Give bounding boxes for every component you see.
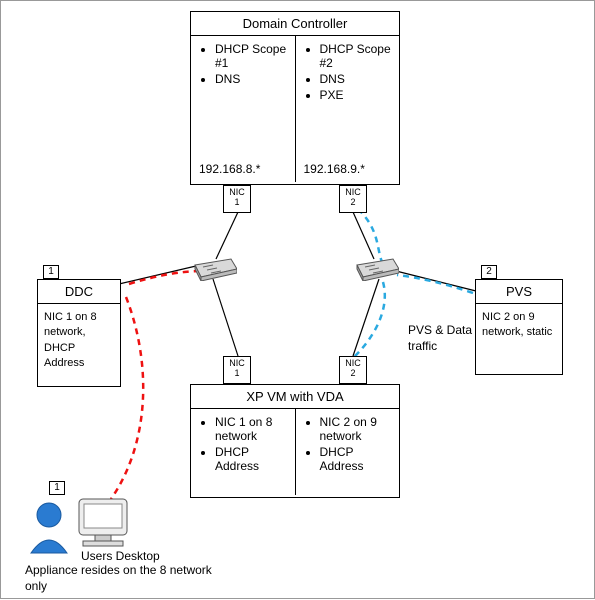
list-item: DNS — [215, 72, 289, 86]
xp-col2: NIC 2 on 9 network DHCP Address — [295, 409, 400, 495]
list-item: DHCP Address — [320, 445, 394, 473]
pvs-traffic-label: PVS & Data traffic — [408, 323, 478, 354]
pvs-title: PVS — [476, 280, 562, 304]
dc-col1-list: DHCP Scope #1 DNS — [197, 42, 289, 86]
domain-controller-title: Domain Controller — [191, 12, 399, 36]
network-switch-icon — [191, 257, 237, 281]
list-item: NIC 2 on 9 network — [320, 415, 394, 443]
user-icon — [31, 503, 67, 553]
xp-nic1-port: NIC1 — [223, 356, 251, 384]
monitor-icon — [79, 499, 127, 546]
dc-col1: DHCP Scope #1 DNS 192.168.8.* — [191, 36, 295, 182]
pvs-box: PVS NIC 2 on 9 network, static — [475, 279, 563, 375]
list-item: DNS — [320, 72, 394, 86]
network-switch-left — [191, 257, 237, 281]
dc-nic1-port: NIC1 — [223, 185, 251, 213]
dc-col2-ip: 192.168.9.* — [304, 162, 365, 176]
list-item: DHCP Scope #1 — [215, 42, 289, 70]
ddc-title: DDC — [38, 280, 120, 304]
ddc-number-tab: 1 — [43, 265, 59, 279]
ddc-box: DDC NIC 1 on 8 network, DHCP Address — [37, 279, 121, 387]
pvs-body: NIC 2 on 9 network, static — [476, 304, 562, 347]
list-item: NIC 1 on 8 network — [215, 415, 289, 443]
appliance-note: Appliance resides on the 8 network only — [25, 563, 215, 594]
network-switch-right — [353, 257, 399, 281]
xp-vm-box: XP VM with VDA NIC 1 on 8 network DHCP A… — [190, 384, 400, 498]
xp-nic2-port: NIC2 — [339, 356, 367, 384]
xp-vm-title: XP VM with VDA — [191, 385, 399, 409]
domain-controller-box: Domain Controller DHCP Scope #1 DNS 192.… — [190, 11, 400, 185]
ddc-body: NIC 1 on 8 network, DHCP Address — [38, 304, 120, 378]
dc-col2: DHCP Scope #2 DNS PXE 192.168.9.* — [295, 36, 400, 182]
xp-col1: NIC 1 on 8 network DHCP Address — [191, 409, 295, 495]
list-item: DHCP Address — [215, 445, 289, 473]
diagram-canvas: Domain Controller DHCP Scope #1 DNS 192.… — [0, 0, 595, 599]
dc-col2-list: DHCP Scope #2 DNS PXE — [302, 42, 394, 102]
list-item: PXE — [320, 88, 394, 102]
pvs-number-tab: 2 — [481, 265, 497, 279]
dc-col1-ip: 192.168.8.* — [199, 162, 260, 176]
list-item: DHCP Scope #2 — [320, 42, 394, 70]
dc-nic2-port: NIC2 — [339, 185, 367, 213]
network-switch-icon — [353, 257, 399, 281]
